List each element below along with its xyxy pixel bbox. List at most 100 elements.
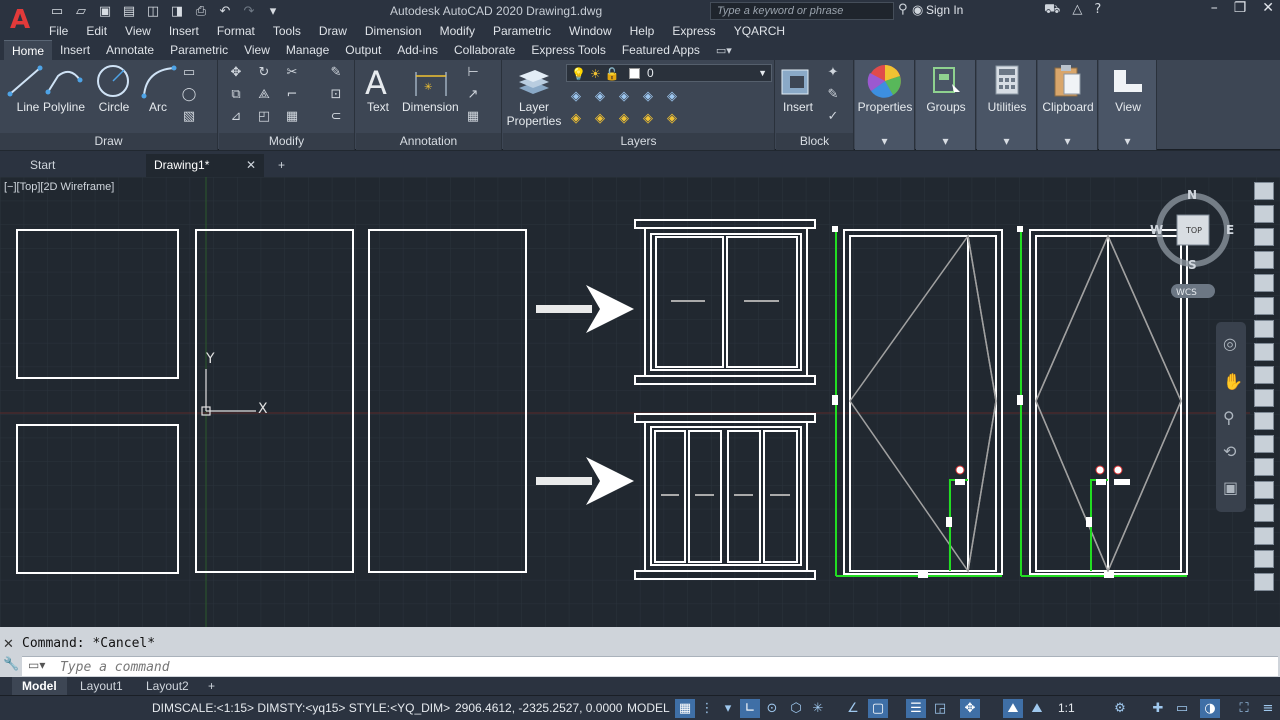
right-tool-8-icon[interactable] — [1254, 343, 1274, 361]
layer-dropdown[interactable]: 💡☀🔓 0 ▼ — [566, 64, 772, 82]
application-menu-button[interactable]: A — [0, 0, 40, 40]
tab-manage[interactable]: Manage — [278, 40, 337, 60]
annotation-panel-title[interactable]: Annotation — [356, 133, 501, 150]
customize-icon[interactable]: 🔧 — [3, 657, 19, 672]
move-icon[interactable]: ✥ — [227, 64, 245, 82]
tab-home[interactable]: Home — [4, 39, 53, 61]
right-tool-9-icon[interactable] — [1254, 366, 1274, 384]
web-open-icon[interactable]: ◫ — [144, 2, 162, 20]
menu-parametric[interactable]: Parametric — [484, 22, 560, 40]
groups-panel[interactable]: Groups ▾ — [916, 60, 976, 150]
new-file-icon[interactable]: ▭ — [48, 2, 66, 20]
utilities-expand-icon[interactable]: ▾ — [977, 133, 1036, 150]
clipboard-panel[interactable]: Clipboard ▾ — [1038, 60, 1098, 150]
transparency-icon[interactable]: ☰ — [906, 699, 926, 718]
layer-tool-2-icon[interactable]: ◈ — [591, 88, 609, 106]
hatch-icon[interactable]: ▧ — [180, 108, 198, 126]
right-tool-2-icon[interactable] — [1254, 205, 1274, 223]
layer-tool-5-icon[interactable]: ◈ — [663, 88, 681, 106]
mirror-icon[interactable]: ⟁ — [255, 86, 273, 104]
trim-icon[interactable]: ✂ — [283, 64, 301, 82]
rotate-icon[interactable]: ↻ — [255, 64, 273, 82]
menu-file[interactable]: File — [40, 22, 77, 40]
properties-expand-icon[interactable]: ▾ — [855, 133, 914, 150]
groups-expand-icon[interactable]: ▾ — [916, 133, 975, 150]
edit-block-icon[interactable]: ✎ — [824, 86, 842, 104]
restore-icon[interactable]: ❐ — [1234, 0, 1247, 16]
isolate-objects-icon[interactable]: ◑ — [1200, 699, 1220, 718]
new-tab-icon[interactable]: + — [270, 154, 285, 177]
save-as-icon[interactable]: ▤ — [120, 2, 138, 20]
text-tool[interactable]: A Text — [350, 62, 406, 114]
tab-view[interactable]: View — [236, 40, 278, 60]
explode-icon[interactable]: ⊡ — [327, 86, 345, 104]
layer-tool-10-icon[interactable]: ◈ — [663, 110, 681, 128]
zoom-icon[interactable]: ⚲ — [1223, 408, 1235, 427]
command-input[interactable] — [60, 658, 1260, 676]
leader-icon[interactable]: ↗ — [464, 86, 482, 104]
menu-dimension[interactable]: Dimension — [356, 22, 431, 40]
layer-tool-9-icon[interactable]: ◈ — [639, 110, 657, 128]
object-snap-icon[interactable]: ▢ — [868, 699, 888, 718]
close-tab-icon[interactable]: ✕ — [246, 154, 256, 176]
units-icon[interactable]: ▭ — [1172, 699, 1192, 718]
polyline-tool[interactable]: Polyline — [36, 62, 92, 114]
right-tool-7-icon[interactable] — [1254, 320, 1274, 338]
navigation-bar[interactable]: ◎ ✋ ⚲ ⟲ ▣ — [1216, 322, 1246, 512]
plot-icon[interactable]: ⎙ — [192, 2, 210, 20]
properties-panel[interactable]: Properties ▾ — [855, 60, 915, 150]
right-tool-13-icon[interactable] — [1254, 458, 1274, 476]
tab-start[interactable]: Start — [0, 154, 144, 177]
search-input[interactable]: Type a keyword or phrase — [710, 2, 894, 20]
rectangle-icon[interactable]: ▭ — [180, 64, 198, 82]
layer-tool-1-icon[interactable]: ◈ — [567, 88, 585, 106]
annotation-monitor-icon[interactable]: ✚ — [1148, 699, 1168, 718]
menu-window[interactable]: Window — [560, 22, 621, 40]
insert-tool[interactable]: Insert — [770, 62, 826, 114]
menu-express[interactable]: Express — [663, 22, 724, 40]
cursor-coordinates[interactable]: 2906.4612, -2325.2527, 0.0000 — [455, 701, 622, 715]
copy-icon[interactable]: ⧉ — [227, 86, 245, 104]
tab-layout2[interactable]: Layout2 — [136, 677, 199, 695]
draw-panel-title[interactable]: Draw — [0, 133, 217, 150]
linear-dim-icon[interactable]: ⊢ — [464, 64, 482, 82]
view-expand-icon[interactable]: ▾ — [1099, 133, 1156, 150]
ribbon-minimize-icon[interactable]: ▭▾ — [716, 44, 732, 57]
tab-model[interactable]: Model — [12, 677, 67, 695]
wcs-label[interactable]: WCS — [1176, 288, 1197, 298]
minimize-icon[interactable]: – — [1211, 0, 1218, 16]
close-command-line-icon[interactable]: ✕ — [3, 637, 14, 652]
stretch-icon[interactable]: ⊿ — [227, 108, 245, 126]
new-layout-icon[interactable]: + — [198, 677, 225, 695]
erase-icon[interactable]: ✎ — [327, 64, 345, 82]
model-space-toggle[interactable]: MODEL — [627, 701, 670, 715]
sign-in-link[interactable]: Sign In — [926, 3, 963, 17]
right-tool-6-icon[interactable] — [1254, 297, 1274, 315]
right-tool-17-icon[interactable] — [1254, 550, 1274, 568]
annotation-visibility-icon[interactable]: ⛰ — [1003, 699, 1023, 718]
array-icon[interactable]: ▦ — [283, 108, 301, 126]
menu-insert[interactable]: Insert — [160, 22, 208, 40]
object-snap-tracking-icon[interactable]: ✳ — [808, 699, 828, 718]
lineweight-icon[interactable]: ∠ — [843, 699, 863, 718]
right-tool-18-icon[interactable] — [1254, 573, 1274, 591]
ortho-icon[interactable]: ∟ — [740, 699, 760, 718]
layer-tool-4-icon[interactable]: ◈ — [639, 88, 657, 106]
layer-tool-7-icon[interactable]: ◈ — [591, 110, 609, 128]
layer-properties-tool[interactable]: Layer Properties — [505, 62, 563, 128]
polar-tracking-icon[interactable]: ⊙ — [762, 699, 782, 718]
right-tool-12-icon[interactable] — [1254, 435, 1274, 453]
viewport-controls-label[interactable]: [−][Top][2D Wireframe] — [4, 181, 114, 193]
menu-tools[interactable]: Tools — [264, 22, 310, 40]
block-panel-title[interactable]: Block — [776, 133, 853, 150]
right-tool-16-icon[interactable] — [1254, 527, 1274, 545]
tab-add-ins[interactable]: Add-ins — [389, 40, 446, 60]
drawing-canvas[interactable]: [−][Top][2D Wireframe] Y X TOP N S E W W… — [0, 177, 1280, 627]
tab-insert[interactable]: Insert — [52, 40, 98, 60]
help-icon[interactable]: ? — [1094, 2, 1101, 19]
menu-modify[interactable]: Modify — [431, 22, 484, 40]
cart-icon[interactable]: ⛟ — [1044, 2, 1060, 19]
tab-annotate[interactable]: Annotate — [98, 40, 162, 60]
workspace-gear-icon[interactable]: ⚙ — [1110, 699, 1130, 718]
tab-featured-apps[interactable]: Featured Apps — [614, 40, 708, 60]
